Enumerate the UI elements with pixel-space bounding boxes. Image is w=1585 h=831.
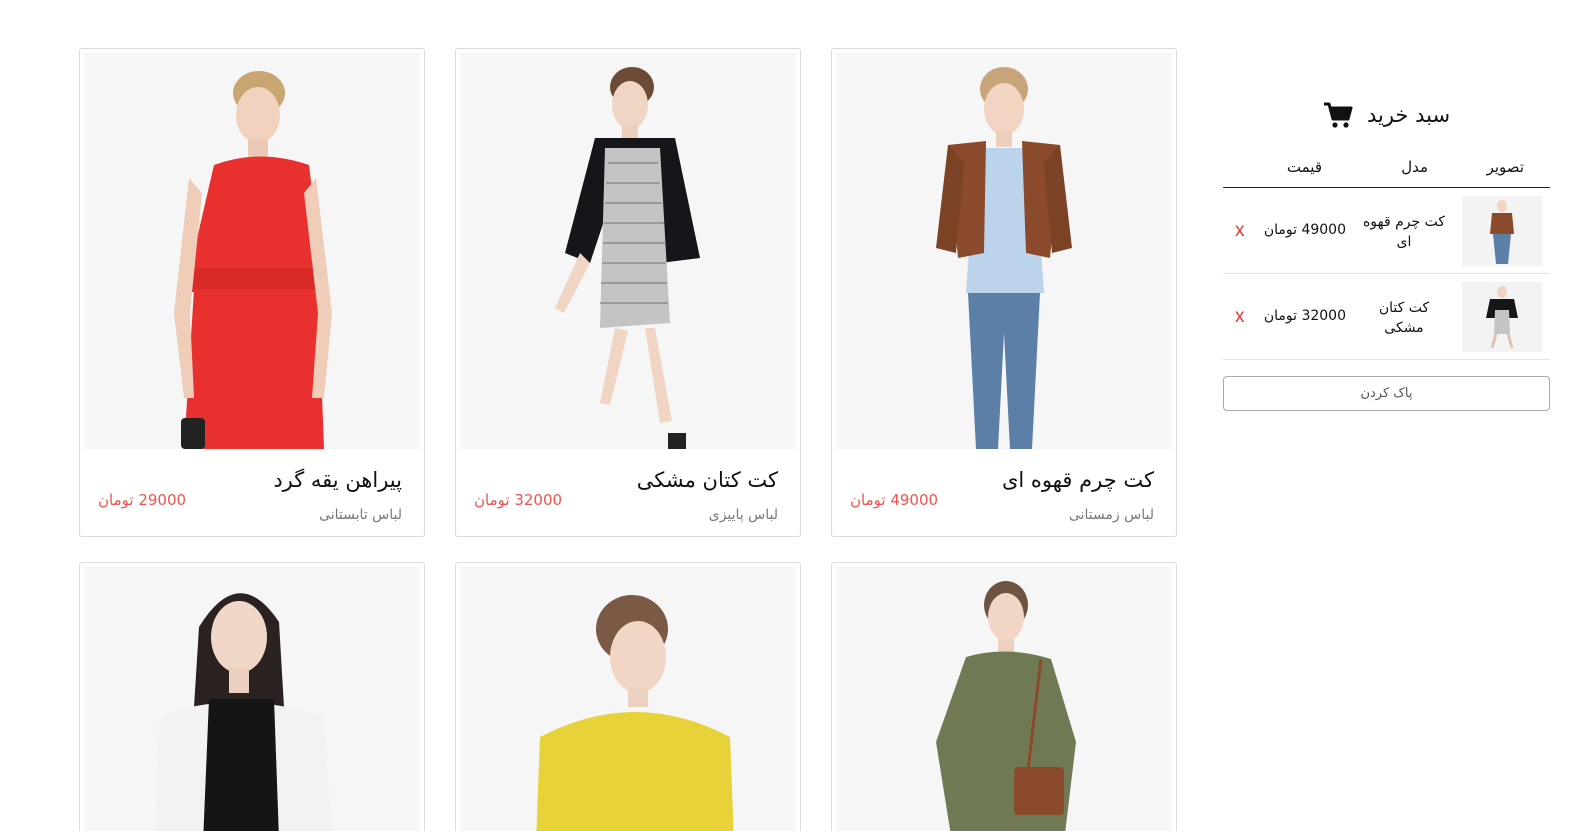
- clear-cart-button[interactable]: پاک کردن: [1223, 376, 1550, 411]
- shopping-cart-panel: سبد خرید تصویر مدل قیمت کت چرم قهوه ای 4…: [1223, 90, 1550, 411]
- cart-item-model: کت چرم قهوه ای: [1362, 214, 1446, 250]
- product-category: لباس زمستانی: [1068, 507, 1154, 523]
- column-image: تصویر: [1486, 158, 1524, 176]
- product-card[interactable]: [79, 562, 425, 831]
- product-category: لباس تابستانی: [319, 507, 402, 523]
- product-price: 29000 تومان: [98, 491, 187, 509]
- product-card[interactable]: [831, 562, 1177, 831]
- product-category: لباس پاییزی: [708, 507, 778, 523]
- product-card[interactable]: پیراهن یقه گرد لباس تابستانی 29000 تومان: [79, 48, 425, 537]
- product-title: کت چرم قهوه ای: [1001, 468, 1154, 492]
- product-title: پیراهن یقه گرد: [273, 468, 402, 492]
- cart-title: سبد خرید: [1366, 103, 1451, 127]
- cart-row: کت چرم قهوه ای 49000 تومان x: [1223, 188, 1550, 274]
- product-card[interactable]: کت کتان مشکی لباس پاییزی 32000 تومان: [455, 48, 801, 537]
- product-image-brown-jacket[interactable]: [836, 53, 1172, 449]
- column-price: قیمت: [1286, 158, 1322, 176]
- product-image-red-dress[interactable]: [84, 53, 420, 449]
- product-card[interactable]: [455, 562, 801, 831]
- cart-item-price: 49000 تومان: [1263, 222, 1346, 238]
- column-model: مدل: [1401, 158, 1428, 176]
- remove-item-button[interactable]: x: [1235, 220, 1245, 242]
- cart-thumbnail: [1462, 282, 1542, 352]
- product-card[interactable]: کت چرم قهوه ای لباس زمستانی 49000 تومان: [831, 48, 1177, 537]
- product-price: 32000 تومان: [474, 491, 563, 509]
- cart-table-header: تصویر مدل قیمت: [1223, 156, 1550, 188]
- product-price: 49000 تومان: [850, 491, 939, 509]
- cart-header: سبد خرید: [1223, 90, 1550, 140]
- product-image-white-blazer[interactable]: [84, 567, 420, 831]
- product-image-black-jacket[interactable]: [460, 53, 796, 449]
- product-image-olive-dress[interactable]: [836, 567, 1172, 831]
- product-image-yellow-top[interactable]: [460, 567, 796, 831]
- product-title: کت کتان مشکی: [636, 468, 778, 492]
- cart-item-price: 32000 تومان: [1263, 308, 1346, 324]
- cart-item-model: کت کتان مشکی: [1378, 300, 1430, 336]
- page: پیراهن یقه گرد لباس تابستانی 29000 تومان: [0, 0, 1585, 831]
- cart-row: کت کتان مشکی 32000 تومان x: [1223, 274, 1550, 360]
- remove-item-button[interactable]: x: [1235, 306, 1245, 328]
- cart-thumbnail: [1462, 196, 1542, 266]
- product-grid: پیراهن یقه گرد لباس تابستانی 29000 تومان: [79, 48, 1177, 831]
- shopping-cart-icon: [1323, 101, 1353, 129]
